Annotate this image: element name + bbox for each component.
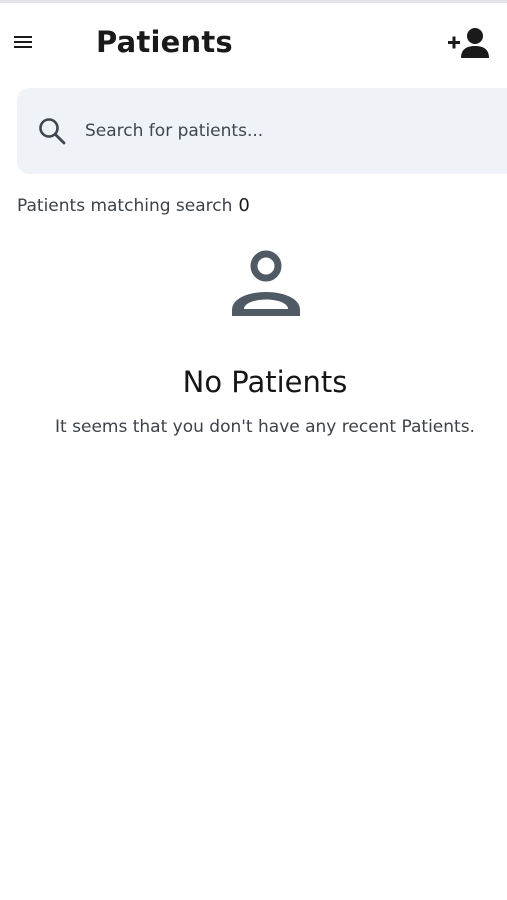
search-icon — [39, 118, 66, 145]
search-results-summary: Patients matching search 0 — [17, 194, 250, 218]
search-results-count: 0 — [238, 195, 250, 216]
search-bar[interactable] — [17, 88, 507, 174]
empty-state-title: No Patients — [182, 365, 348, 399]
add-patient-button[interactable] — [443, 23, 495, 63]
hamburger-menu-icon — [14, 36, 32, 48]
add-person-icon — [448, 28, 489, 58]
menu-button[interactable] — [8, 27, 38, 57]
page-title: Patients — [96, 25, 233, 59]
app-header: Patients — [0, 3, 507, 83]
search-results-label: Patients matching search — [17, 196, 233, 216]
search-input[interactable] — [83, 114, 467, 148]
empty-state-message: It seems that you don't have any recent … — [55, 417, 475, 437]
person-icon — [232, 250, 300, 316]
